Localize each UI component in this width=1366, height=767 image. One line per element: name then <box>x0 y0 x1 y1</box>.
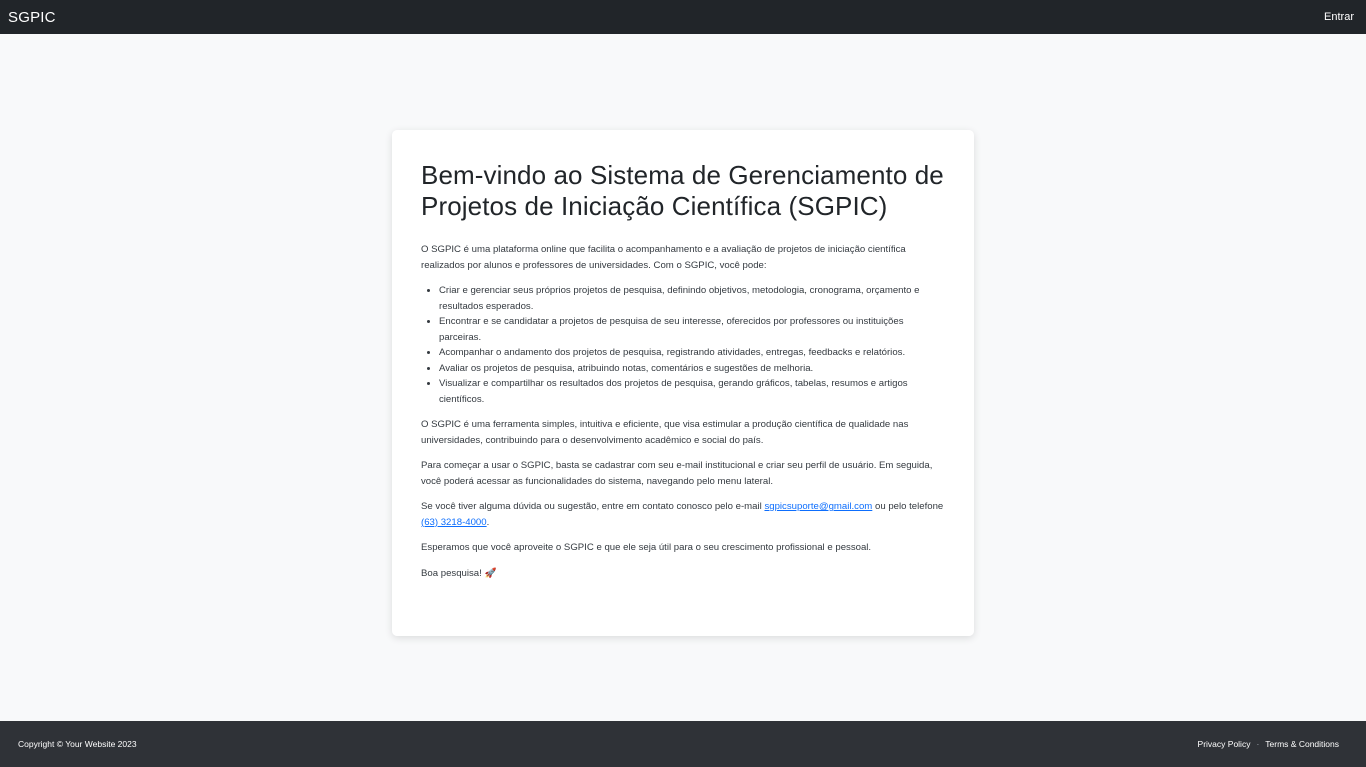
feature-item-share: Visualizar e compartilhar os resultados … <box>439 376 945 407</box>
copyright-text: Copyright © Your Website 2023 <box>18 739 137 749</box>
feature-item-track: Acompanhar o andamento dos projetos de p… <box>439 345 945 361</box>
contact-text-before: Se você tiver alguma dúvida ou sugestão,… <box>421 501 765 512</box>
top-navbar: SGPIC Entrar <box>0 0 1366 34</box>
support-phone-link[interactable]: (63) 3218-4000 <box>421 517 487 528</box>
brand-logo-link[interactable]: SGPIC <box>8 9 56 26</box>
login-link[interactable]: Entrar <box>1324 11 1354 23</box>
hope-paragraph: Esperamos que você aproveite o SGPIC e q… <box>421 542 872 553</box>
intro-paragraph: O SGPIC é uma plataforma online que faci… <box>421 244 906 271</box>
site-footer: Copyright © Your Website 2023 Privacy Po… <box>0 721 1366 767</box>
contact-text-between: ou pelo telefone <box>872 501 944 512</box>
welcome-card: Bem-vindo ao Sistema de Gerenciamento de… <box>392 130 974 636</box>
closing-text: Boa pesquisa! 🚀 <box>421 567 497 579</box>
getting-started-paragraph: Para começar a usar o SGPIC, basta se ca… <box>421 460 933 487</box>
feature-item-create: Criar e gerenciar seus próprios projetos… <box>439 283 945 314</box>
footer-separator: · <box>1256 739 1260 749</box>
tool-paragraph: O SGPIC é uma ferramenta simples, intuit… <box>421 419 909 446</box>
feature-item-find: Encontrar e se candidatar a projetos de … <box>439 314 945 345</box>
support-email-link[interactable]: sgpicsuporte@gmail.com <box>764 501 872 512</box>
privacy-policy-link[interactable]: Privacy Policy <box>1198 739 1251 749</box>
terms-conditions-link[interactable]: Terms & Conditions <box>1265 739 1339 749</box>
feature-list: Criar e gerenciar seus próprios projetos… <box>439 283 945 407</box>
page-title: Bem-vindo ao Sistema de Gerenciamento de… <box>421 160 944 221</box>
contact-text-after: . <box>486 516 490 528</box>
footer-links: Privacy Policy · Terms & Conditions <box>1198 739 1339 749</box>
feature-item-evaluate: Avaliar os projetos de pesquisa, atribui… <box>439 361 945 377</box>
contact-paragraph: Se você tiver alguma dúvida ou sugestão,… <box>421 499 945 530</box>
